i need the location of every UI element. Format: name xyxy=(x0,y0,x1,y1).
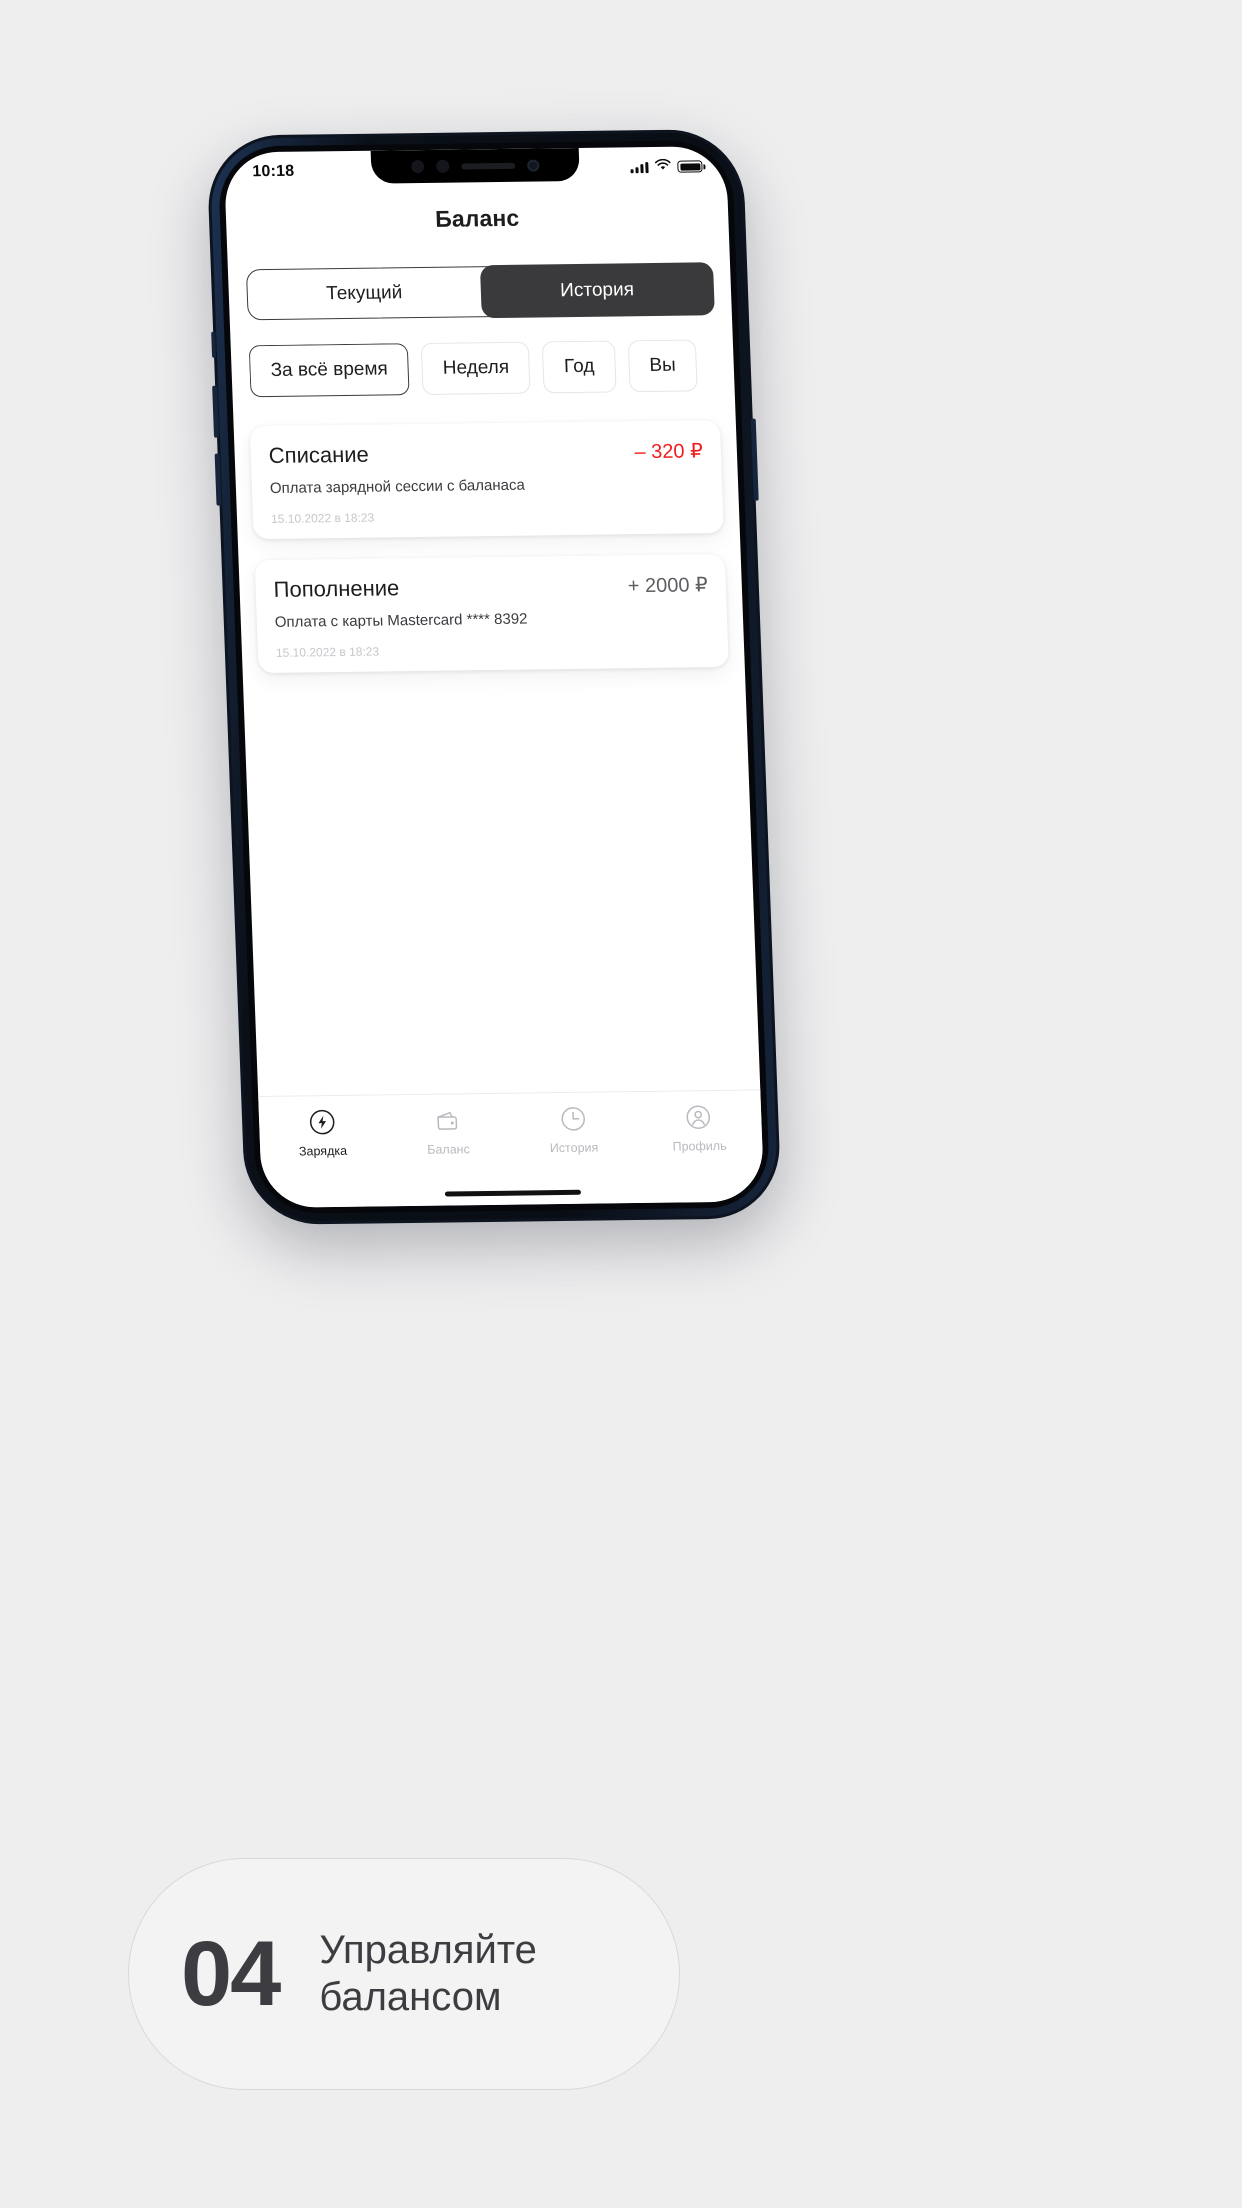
wifi-icon xyxy=(654,158,672,176)
phone-mockup-stage: 10:18 Баланс Текущий История За всё врем… xyxy=(0,0,1242,1400)
bottom-tab-bar[interactable]: Зарядка Баланс История Профиль xyxy=(258,1089,765,1208)
transaction-date: 15.10.2022 в 18:23 xyxy=(275,644,380,660)
person-profile-icon xyxy=(683,1102,714,1132)
tab-history[interactable]: История xyxy=(479,262,715,318)
transaction-title: Списание xyxy=(268,441,370,468)
transaction-title: Пополнение xyxy=(273,575,400,602)
tab-bar-label: Баланс xyxy=(426,1142,471,1157)
phone-screen: 10:18 Баланс Текущий История За всё врем… xyxy=(223,146,765,1208)
balance-segmented-control[interactable]: Текущий История xyxy=(245,262,715,321)
page-title: Баланс xyxy=(434,204,520,232)
transaction-description: Оплата с карты Mastercard **** 8392 xyxy=(274,610,528,631)
home-indicator[interactable] xyxy=(444,1189,582,1197)
step-description-line1: Управляйте xyxy=(319,1927,537,1972)
ambient-light-sensor-icon xyxy=(436,159,450,173)
charging-plug-icon xyxy=(306,1107,337,1137)
step-caption-pill: 04 Управляйте балансом xyxy=(128,1858,680,2090)
wallet-icon xyxy=(432,1105,463,1135)
tab-bar-item-history[interactable]: История xyxy=(510,1103,637,1156)
tab-bar-item-balance[interactable]: Баланс xyxy=(384,1105,511,1158)
battery-icon xyxy=(677,160,703,173)
tab-bar-item-charging[interactable]: Зарядка xyxy=(259,1106,386,1159)
chip-week[interactable]: Неделя xyxy=(420,341,532,395)
status-bar-icons xyxy=(630,157,703,176)
phone-device-frame: 10:18 Баланс Текущий История За всё врем… xyxy=(205,128,783,1226)
display-notch xyxy=(370,147,580,184)
transaction-header: Списание – 320 ₽ xyxy=(268,437,703,469)
transaction-row[interactable]: Пополнение + 2000 ₽ Оплата с карты Maste… xyxy=(254,554,729,674)
clock-history-icon xyxy=(557,1104,588,1134)
transaction-row[interactable]: Списание – 320 ₽ Оплата зарядной сессии … xyxy=(249,420,724,540)
front-camera-icon xyxy=(527,159,540,172)
chip-year[interactable]: Год xyxy=(542,340,617,394)
period-filter-chips[interactable]: За всё время Неделя Год Вы xyxy=(248,339,735,399)
earpiece-speaker-icon xyxy=(461,162,516,170)
tab-bar-label: История xyxy=(549,1140,599,1156)
transaction-amount: + 2000 ₽ xyxy=(627,574,709,598)
cellular-signal-icon xyxy=(630,161,649,173)
transaction-header: Пополнение + 2000 ₽ xyxy=(273,571,708,603)
status-bar-time: 10:18 xyxy=(252,162,295,181)
tab-current[interactable]: Текущий xyxy=(247,267,482,319)
step-number: 04 xyxy=(181,1923,281,2025)
transaction-list: Списание – 320 ₽ Оплата зарядной сессии … xyxy=(249,420,729,674)
transaction-date: 15.10.2022 в 18:23 xyxy=(270,510,375,526)
tab-bar-label: Зарядка xyxy=(298,1143,348,1159)
chip-custom[interactable]: Вы xyxy=(627,339,698,393)
step-description-line2: балансом xyxy=(319,1975,502,2019)
transaction-description: Оплата зарядной сессии с баланаса xyxy=(269,476,526,497)
proximity-sensor-icon xyxy=(411,160,425,174)
tab-bar-item-profile[interactable]: Профиль xyxy=(635,1101,762,1154)
chip-all-time[interactable]: За всё время xyxy=(248,343,410,398)
tab-bar-label: Профиль xyxy=(672,1138,727,1154)
transaction-amount: – 320 ₽ xyxy=(634,440,704,464)
step-description: Управляйте балансом xyxy=(319,1927,537,2021)
